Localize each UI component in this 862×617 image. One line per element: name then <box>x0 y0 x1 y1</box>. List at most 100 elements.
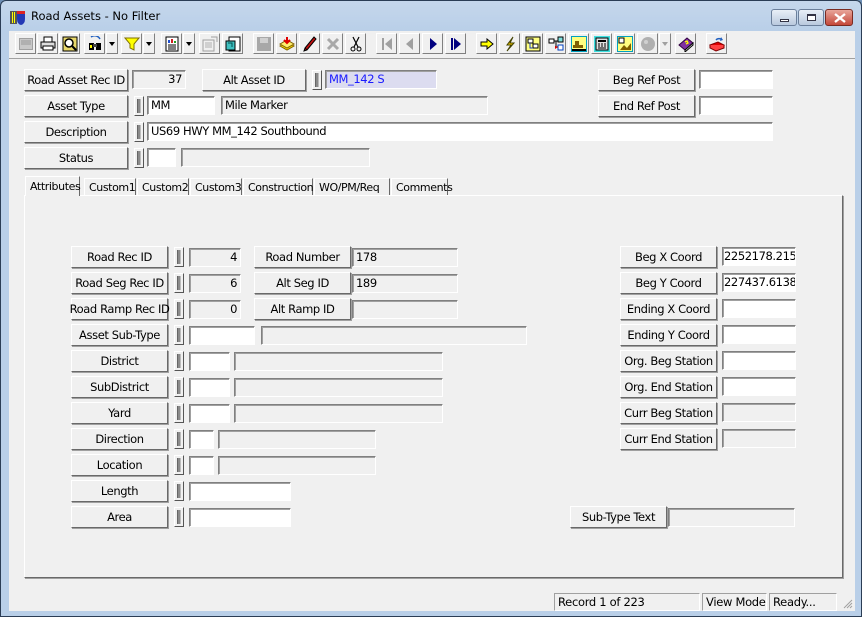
properties-button[interactable] <box>199 33 220 54</box>
resize-grip-icon[interactable] <box>841 597 853 609</box>
tab-custom1[interactable]: Custom1 <box>84 178 136 195</box>
district-code-field[interactable] <box>189 352 230 371</box>
description-button[interactable]: Description <box>24 121 128 143</box>
length-field[interactable] <box>189 482 291 501</box>
save-button[interactable] <box>253 33 274 54</box>
road-rec-id-button[interactable]: Road Rec ID <box>71 246 168 268</box>
road-seg-rec-id-button[interactable]: Road Seg Rec ID <box>71 272 168 294</box>
ending-y-coord-field[interactable] <box>722 325 796 344</box>
road-number-button[interactable]: Road Number <box>254 246 351 268</box>
description-field[interactable]: US69 HWY MM_142 Southbound <box>147 122 773 141</box>
end-ref-post-button[interactable]: End Ref Post <box>598 95 695 117</box>
goto-button[interactable] <box>476 33 497 54</box>
org-beg-station-field[interactable] <box>722 351 796 370</box>
status-mode: View Mode <box>702 593 767 611</box>
close-button[interactable] <box>825 9 853 26</box>
title-bar[interactable]: Road Assets - No Filter <box>1 1 861 31</box>
road-asset-rec-id-button[interactable]: Road Asset Rec ID <box>24 69 128 91</box>
edit-button[interactable] <box>299 33 320 54</box>
alt-ramp-id-button[interactable]: Alt Ramp ID <box>254 298 351 320</box>
filter-dropdown[interactable] <box>143 33 155 54</box>
tab-comments[interactable]: Comments <box>391 178 453 195</box>
yard-code-field[interactable] <box>189 404 230 423</box>
curr-beg-station-button[interactable]: Curr Beg Station <box>620 402 717 424</box>
first-record-button[interactable] <box>376 33 397 54</box>
add-record-button[interactable] <box>276 33 297 54</box>
cut-button[interactable] <box>345 33 366 54</box>
status-button[interactable]: Status <box>24 147 128 169</box>
tab-wo-pm-req[interactable]: WO/PM/Req <box>314 178 390 195</box>
status-code-field[interactable] <box>147 148 176 167</box>
beg-y-coord-field[interactable]: 227437.6138 <box>722 273 796 292</box>
calculator-button[interactable] <box>591 33 612 54</box>
direction-button[interactable]: Direction <box>71 428 168 450</box>
find-button[interactable] <box>84 33 105 54</box>
alt-asset-id-button[interactable]: Alt Asset ID <box>202 69 306 91</box>
ending-x-coord-button[interactable]: Ending X Coord <box>620 298 717 320</box>
org-end-station-button[interactable]: Org. End Station <box>620 376 717 398</box>
gis-icon <box>616 35 633 52</box>
district-button[interactable]: District <box>71 350 168 372</box>
alt-asset-id-field[interactable]: MM_142 S <box>325 70 437 89</box>
org-end-station-field[interactable] <box>722 377 796 396</box>
help-button[interactable] <box>675 33 696 54</box>
hierarchy-button[interactable] <box>545 33 566 54</box>
asset-sub-type-button[interactable]: Asset Sub-Type <box>71 324 168 346</box>
next-record-button[interactable] <box>422 33 443 54</box>
map-button[interactable] <box>522 33 543 54</box>
close-icon <box>834 13 846 23</box>
direction-code-field[interactable] <box>189 430 214 449</box>
report-button[interactable] <box>161 33 182 54</box>
tab-custom3[interactable]: Custom3 <box>190 178 242 195</box>
find-dropdown[interactable] <box>106 33 118 54</box>
location-button[interactable]: Location <box>71 454 168 476</box>
beg-y-coord-button[interactable]: Beg Y Coord <box>620 272 717 294</box>
filter-button[interactable] <box>121 33 142 54</box>
beg-ref-post-button[interactable]: Beg Ref Post <box>598 69 695 91</box>
end-ref-post-field[interactable] <box>699 96 773 115</box>
alt-seg-id-button[interactable]: Alt Seg ID <box>254 272 351 294</box>
asset-type-button[interactable]: Asset Type <box>24 95 128 117</box>
tab-attributes[interactable]: Attributes <box>25 176 81 196</box>
location-code-field[interactable] <box>189 456 214 475</box>
exit-icon <box>708 36 725 52</box>
equipment-button[interactable] <box>568 33 589 54</box>
tab-construction[interactable]: Construction <box>243 178 314 195</box>
lightning-button[interactable] <box>499 33 520 54</box>
asset-type-code-field[interactable]: MM <box>147 96 215 115</box>
clear-button[interactable] <box>15 33 36 54</box>
ending-y-coord-button[interactable]: Ending Y Coord <box>620 324 717 346</box>
previous-record-button[interactable] <box>399 33 420 54</box>
road-ramp-rec-id-button[interactable]: Road Ramp Rec ID <box>70 298 170 320</box>
exit-button[interactable] <box>706 33 727 54</box>
gis-button[interactable] <box>614 33 635 54</box>
beg-x-coord-button[interactable]: Beg X Coord <box>620 246 717 268</box>
tab-custom2[interactable]: Custom2 <box>137 178 189 195</box>
balloon-button[interactable] <box>637 33 658 54</box>
next-record-icon <box>429 37 437 50</box>
ending-x-coord-field[interactable] <box>722 299 796 318</box>
curr-end-station-button[interactable]: Curr End Station <box>620 428 717 450</box>
preview-button[interactable] <box>59 33 80 54</box>
last-record-button[interactable] <box>445 33 466 54</box>
road-ramp-rec-id-indicator <box>174 299 184 319</box>
beg-x-coord-field[interactable]: 2252178.2156 <box>722 247 796 266</box>
yard-button[interactable]: Yard <box>71 402 168 424</box>
org-beg-station-button[interactable]: Org. Beg Station <box>620 350 717 372</box>
report-dropdown[interactable] <box>183 33 195 54</box>
client-area: Road Asset Rec ID 37 Alt Asset ID MM_142… <box>9 31 855 611</box>
delete-button[interactable] <box>322 33 343 54</box>
print-button[interactable] <box>37 33 58 54</box>
asset-sub-type-code-field[interactable] <box>189 326 255 345</box>
subdistrict-button[interactable]: SubDistrict <box>71 376 168 398</box>
beg-ref-post-field[interactable] <box>699 70 773 89</box>
minimize-button[interactable] <box>771 9 797 26</box>
area-button[interactable]: Area <box>71 506 168 528</box>
maximize-button[interactable] <box>798 9 824 26</box>
copy-record-button[interactable] <box>222 33 243 54</box>
length-button[interactable]: Length <box>71 480 168 502</box>
area-field[interactable] <box>189 508 291 527</box>
sub-type-text-button[interactable]: Sub-Type Text <box>570 506 667 528</box>
subdistrict-code-field[interactable] <box>189 378 230 397</box>
balloon-dropdown[interactable] <box>659 33 671 54</box>
